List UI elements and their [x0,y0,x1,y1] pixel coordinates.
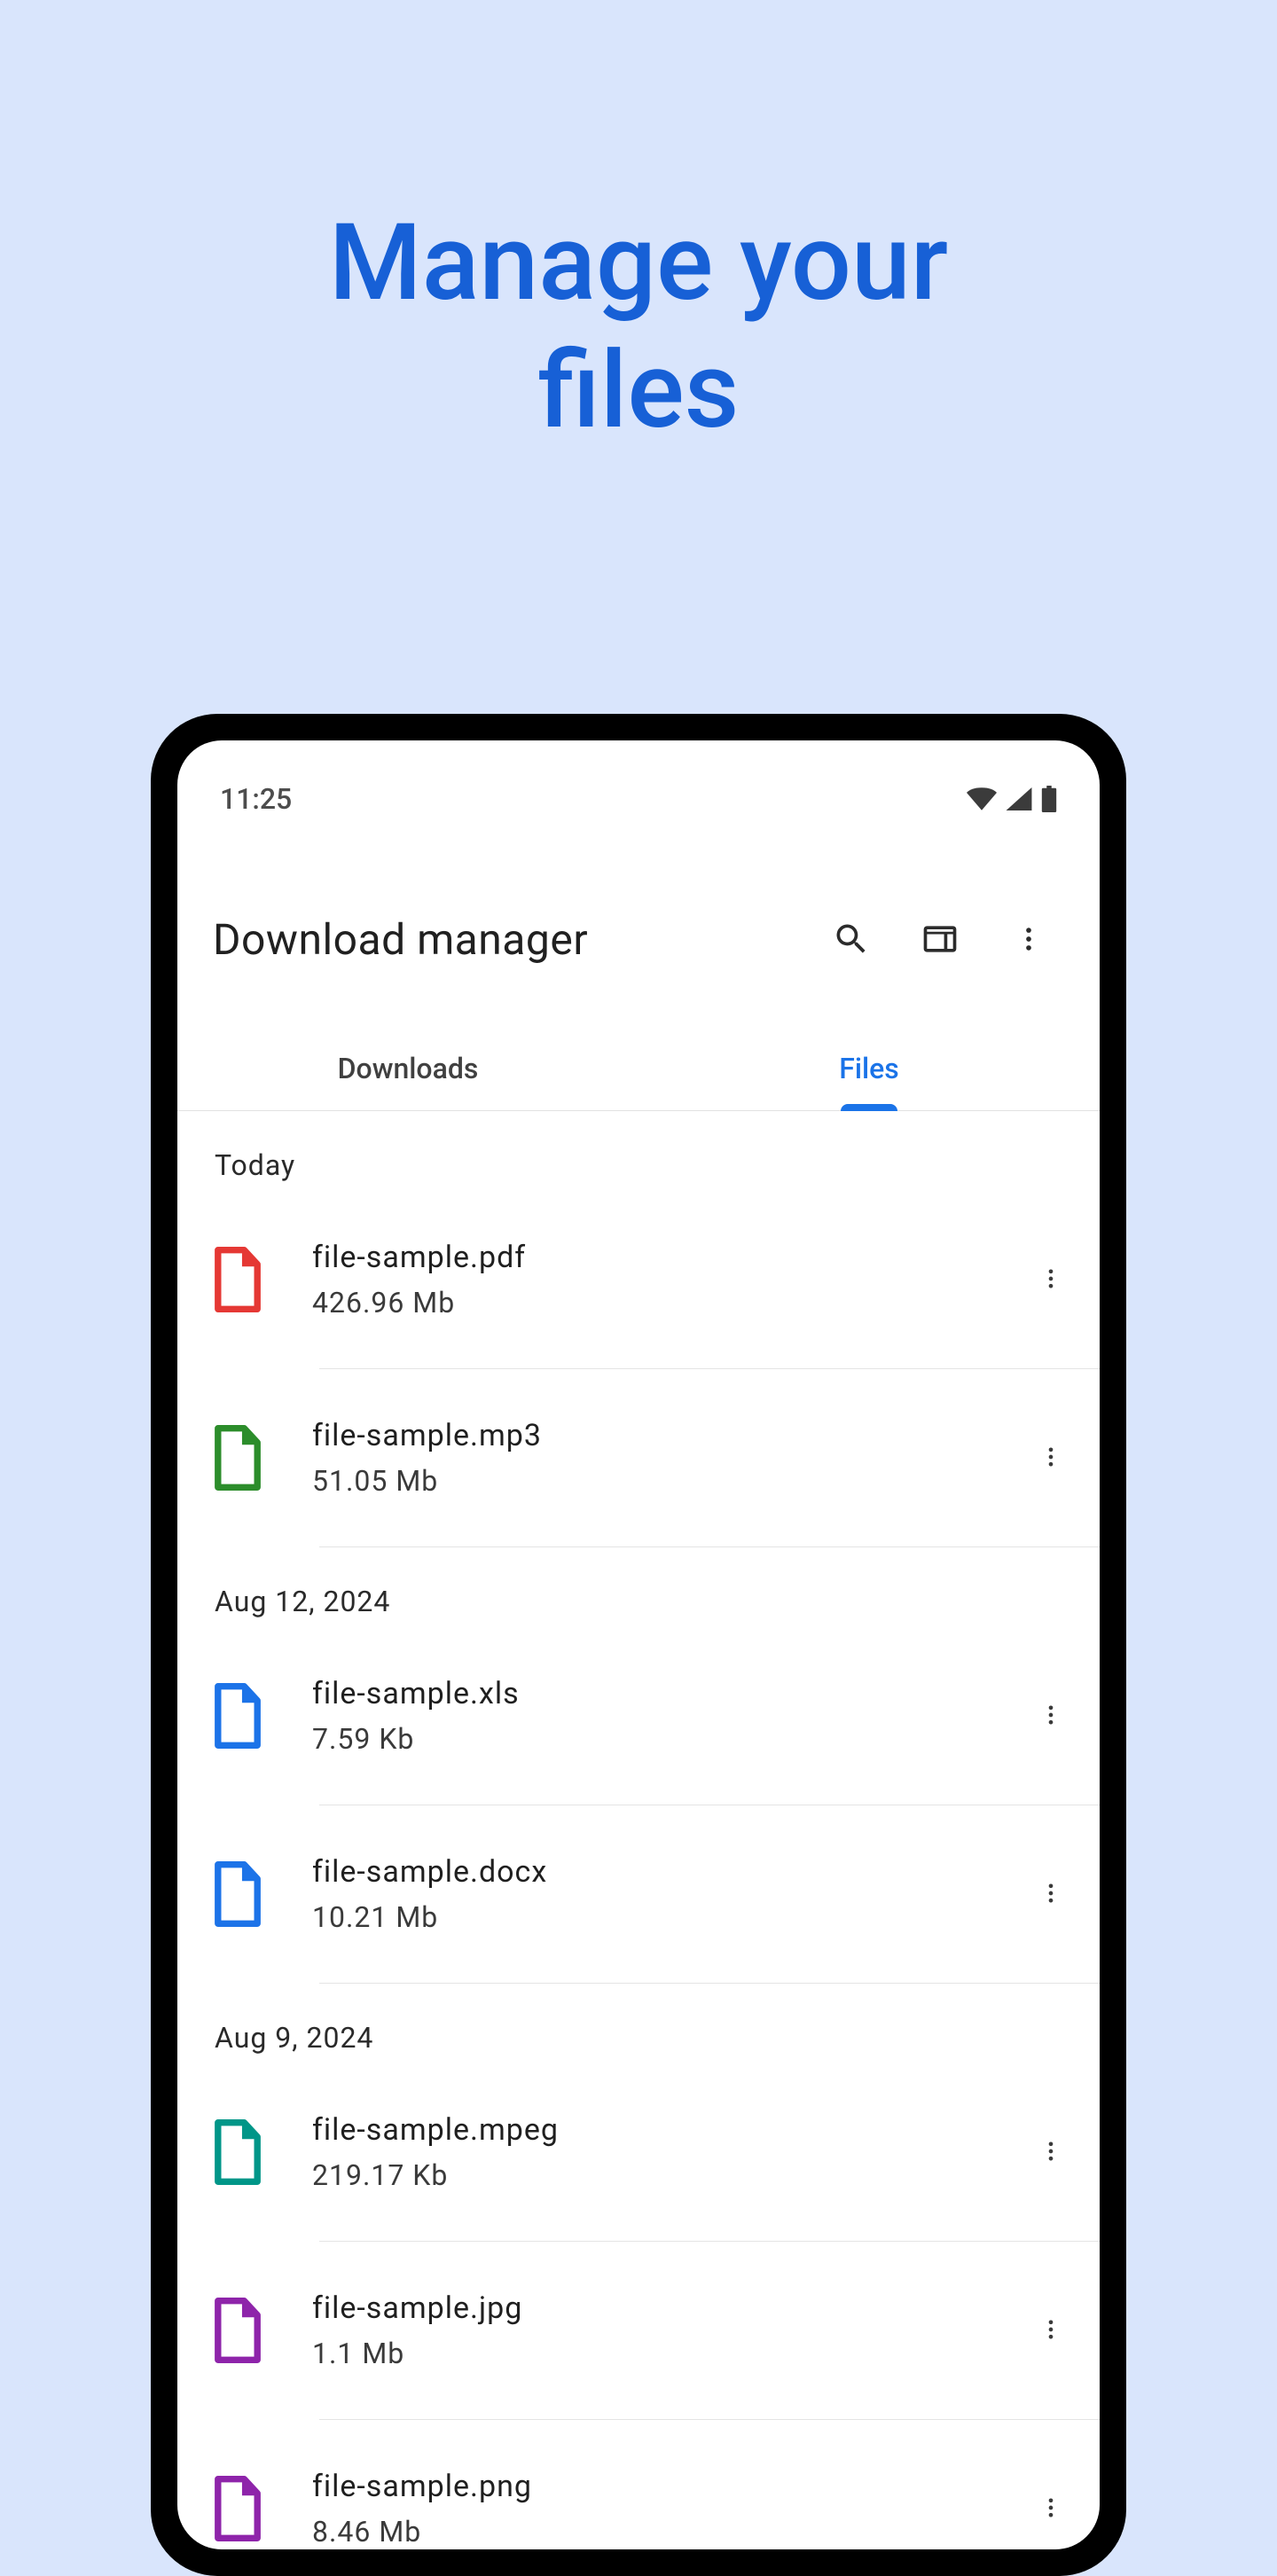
file-icon [206,2119,312,2185]
file-size: 51.05 Mb [312,1464,1020,1498]
file-row[interactable]: file-sample.jpg 1.1 Mb [177,2242,1100,2419]
file-name: file-sample.jpg [312,2290,1020,2326]
more-vert-icon [1038,1881,1063,1908]
search-icon [832,920,871,959]
battery-icon [1041,786,1057,812]
file-icon [206,2476,312,2541]
section-header: Aug 9, 2024 [177,1984,1100,2063]
view-toggle-button[interactable] [905,904,975,975]
file-list[interactable]: Todayfile-sample.pdf426.96 Mbfile-sample… [177,1111,1100,2549]
tab-bar: Downloads Files [177,1026,1100,1111]
file-meta: file-sample.mp3 51.05 Mb [312,1418,1020,1498]
file-meta: file-sample.docx 10.21 Mb [312,1854,1020,1934]
file-menu-button[interactable] [1020,2121,1082,2183]
file-menu-button[interactable] [1020,1427,1082,1489]
more-vert-icon [1038,2495,1063,2523]
section-header: Aug 12, 2024 [177,1547,1100,1627]
tab-files-label: Files [839,1052,899,1085]
file-meta: file-sample.jpg 1.1 Mb [312,2290,1020,2370]
file-size: 10.21 Mb [312,1900,1020,1934]
file-size: 7.59 Kb [312,1722,1020,1756]
file-size: 8.46 Mb [312,2515,1020,2549]
status-time: 11:25 [220,782,292,816]
file-menu-button[interactable] [1020,1685,1082,1747]
file-meta: file-sample.xls 7.59 Kb [312,1676,1020,1756]
file-size: 1.1 Mb [312,2337,1020,2370]
file-menu-button[interactable] [1020,2478,1082,2540]
file-meta: file-sample.pdf 426.96 Mb [312,1240,1020,1319]
more-vert-icon [1038,1266,1063,1294]
cellular-icon [1006,787,1032,810]
file-name: file-sample.mp3 [312,1418,1020,1453]
file-name: file-sample.docx [312,1854,1020,1890]
file-name: file-sample.png [312,2469,1020,2504]
search-button[interactable] [816,904,887,975]
file-row[interactable]: file-sample.png 8.46 Mb [177,2420,1100,2549]
status-icons [967,786,1057,812]
tab-downloads[interactable]: Downloads [177,1026,638,1110]
more-vert-icon [1038,1703,1063,1730]
page-title: Download manager [213,914,798,965]
file-icon [206,1425,312,1491]
file-name: file-sample.xls [312,1676,1020,1711]
file-name: file-sample.pdf [312,1240,1020,1275]
more-vert-icon [1038,2139,1063,2166]
overflow-menu-button[interactable] [993,904,1064,975]
more-vert-icon [1038,1445,1063,1472]
file-menu-button[interactable] [1020,1249,1082,1311]
file-row[interactable]: file-sample.pdf 426.96 Mb [177,1191,1100,1368]
hero-line1: Manage your [0,200,1277,327]
file-icon [206,1247,312,1312]
file-name: file-sample.mpeg [312,2112,1020,2148]
web-layout-icon [921,920,960,959]
tab-downloads-label: Downloads [338,1052,479,1085]
file-size: 219.17 Kb [312,2158,1020,2192]
phone-frame: 11:25 Download manager [151,714,1126,2576]
phone-screen: 11:25 Download manager [177,740,1100,2549]
file-row[interactable]: file-sample.mpeg 219.17 Kb [177,2063,1100,2241]
more-vert-icon [1038,2317,1063,2345]
hero-heading: Manage your files [0,0,1277,455]
file-size: 426.96 Mb [312,1286,1020,1319]
file-meta: file-sample.mpeg 219.17 Kb [312,2112,1020,2192]
file-icon [206,1861,312,1927]
wifi-icon [967,787,997,810]
tab-files[interactable]: Files [638,1026,1100,1110]
file-menu-button[interactable] [1020,2299,1082,2361]
file-icon [206,2298,312,2363]
file-menu-button[interactable] [1020,1863,1082,1925]
file-icon [206,1683,312,1749]
app-bar: Download manager [177,833,1100,983]
file-meta: file-sample.png 8.46 Mb [312,2469,1020,2549]
file-row[interactable]: file-sample.mp3 51.05 Mb [177,1369,1100,1546]
file-row[interactable]: file-sample.xls 7.59 Kb [177,1627,1100,1805]
more-vert-icon [1014,924,1044,954]
status-bar: 11:25 [177,740,1100,833]
section-header: Today [177,1111,1100,1191]
hero-line2: files [0,327,1277,455]
file-row[interactable]: file-sample.docx 10.21 Mb [177,1805,1100,1983]
